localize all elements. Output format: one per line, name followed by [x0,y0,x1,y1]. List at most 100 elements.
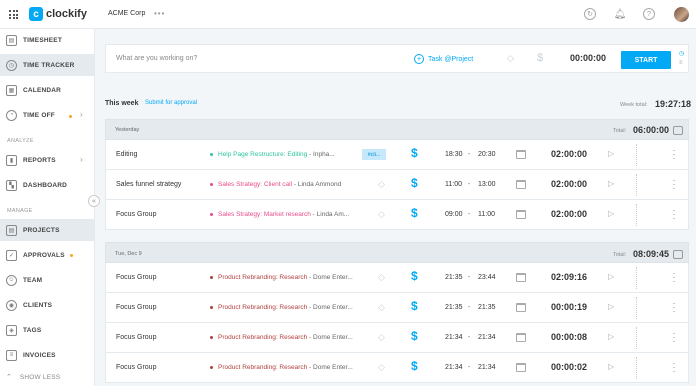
calendar-icon[interactable] [516,150,526,159]
sidebar-item-clients[interactable]: ◉ CLIENTS [0,294,94,316]
more-options-icon[interactable]: · · · [672,206,676,223]
time-entry-row[interactable]: Focus Group Sales Strategy: Market resea… [105,200,689,230]
sidebar-item-timesheet[interactable]: ▤ TIMESHEET [0,29,94,51]
time-entry-row[interactable]: Focus Group Product Rebranding: Research… [105,323,689,353]
apps-grid-icon[interactable] [9,10,18,19]
entry-project[interactable]: Help Page Restructure: Editing - Inpha..… [210,151,360,158]
entry-project[interactable]: Product Rebranding: Research - Dome Ente… [210,304,360,311]
play-icon[interactable]: ▷ [608,272,614,281]
calendar-icon[interactable] [516,180,526,189]
tag-icon[interactable]: ◇ [378,179,385,190]
entry-start-time[interactable]: 18:30 [445,151,463,158]
play-icon[interactable]: ▷ [608,362,614,371]
entry-project[interactable]: Product Rebranding: Research - Dome Ente… [210,274,360,281]
calendar-icon[interactable] [516,363,526,372]
billable-icon[interactable]: $ [411,146,418,160]
entry-end-time[interactable]: 21:34 [478,364,496,371]
entry-duration[interactable]: 00:00:08 [551,332,587,342]
sidebar-item-invoices[interactable]: ≡ INVOICES [0,344,94,366]
time-entry-row[interactable]: Editing Help Page Restructure: Editing -… [105,140,689,170]
entry-duration[interactable]: 02:09:16 [551,272,587,282]
entry-end-time[interactable]: 11:00 [478,211,495,218]
entry-start-time[interactable]: 09:00 [445,211,463,218]
entry-description[interactable]: Focus Group [116,304,156,311]
sidebar-item-calendar[interactable]: ▦ CALENDAR [0,79,94,101]
collapse-sidebar-button[interactable]: « [88,195,100,207]
tag-icon[interactable]: ◇ [378,272,385,283]
sidebar-item-dashboard[interactable]: ▚ DASHBOARD [0,174,94,196]
billable-icon[interactable]: $ [411,269,418,283]
time-entry-row[interactable]: Sales funnel strategy Sales Strategy: Cl… [105,170,689,200]
bulk-edit-icon[interactable] [673,250,683,259]
more-options-icon[interactable]: · · · [672,146,676,163]
tag-icon[interactable]: ◇ [378,209,385,220]
more-options-icon[interactable]: · · · [672,176,676,193]
entry-end-time[interactable]: 13:00 [478,181,496,188]
entry-end-time[interactable]: 21:34 [478,334,496,341]
entry-project[interactable]: Sales Strategy: Market research - Linda … [210,211,360,218]
calendar-icon[interactable] [516,273,526,282]
workspace-name[interactable]: ACME Corp [108,10,145,17]
billable-icon[interactable]: $ [537,52,543,64]
time-entry-row[interactable]: Focus Group Product Rebranding: Research… [105,293,689,323]
play-icon[interactable]: ▷ [608,179,614,188]
bulk-edit-icon[interactable] [673,126,683,135]
tag-icon[interactable]: ◇ [507,53,514,64]
calendar-icon[interactable] [516,333,526,342]
avatar[interactable] [674,7,689,22]
show-less-toggle[interactable]: ⌃ SHOW LESS [0,369,94,385]
entry-description[interactable]: Editing [116,151,137,158]
entry-description[interactable]: Focus Group [116,334,156,341]
timer-display[interactable]: 00:00:00 [570,53,606,63]
logo[interactable]: c clockify [29,7,87,21]
entry-description[interactable]: Focus Group [116,364,156,371]
entry-description[interactable]: Focus Group [116,274,156,281]
time-entry-row[interactable]: Focus Group Product Rebranding: Research… [105,353,689,383]
play-icon[interactable]: ▷ [608,149,614,158]
submit-for-approval-link[interactable]: Submit for approval [145,100,197,106]
entry-end-time[interactable]: 21:35 [478,304,496,311]
clock-mode-icon[interactable]: ◷ [679,50,687,59]
calendar-icon[interactable] [516,303,526,312]
entry-description[interactable]: Sales funnel strategy [116,181,181,188]
entry-project[interactable]: Product Rebranding: Research - Dome Ente… [210,334,360,341]
tag-icon[interactable]: ◇ [378,332,385,343]
more-options-icon[interactable]: · · · [672,299,676,316]
tag-icon[interactable]: ◇ [378,362,385,373]
tag-chip[interactable]: #cli... [362,149,386,160]
billable-icon[interactable]: $ [411,359,418,373]
calendar-icon[interactable] [516,210,526,219]
entry-duration[interactable]: 02:00:00 [551,179,587,189]
entry-duration[interactable]: 02:00:00 [551,149,587,159]
more-options-icon[interactable]: · · · [672,329,676,346]
sidebar-item-team[interactable]: ☺ TEAM [0,269,94,291]
list-mode-icon[interactable]: ≡ [679,59,687,68]
start-button[interactable]: START [621,51,671,69]
sidebar-item-tags[interactable]: ◈ TAGS [0,319,94,341]
sidebar-item-time-tracker[interactable]: ◷ TIME TRACKER [0,54,94,76]
entry-duration[interactable]: 00:00:02 [551,362,587,372]
entry-end-time[interactable]: 20:30 [478,151,496,158]
tag-icon[interactable]: ◇ [378,302,385,313]
play-icon[interactable]: ▷ [608,209,614,218]
entry-duration[interactable]: 00:00:19 [551,302,587,312]
billable-icon[interactable]: $ [411,206,418,220]
help-icon[interactable]: ? [643,8,655,20]
entry-start-time[interactable]: 21:35 [445,304,463,311]
entry-duration[interactable]: 02:00:00 [551,209,587,219]
more-options-icon[interactable]: · · · [672,359,676,376]
billable-icon[interactable]: $ [411,176,418,190]
description-input[interactable]: What are you working on? [116,55,197,62]
entry-end-time[interactable]: 23:44 [478,274,496,281]
entry-start-time[interactable]: 11:00 [445,181,462,188]
task-project-button[interactable]: + Task @Project [414,54,473,64]
entry-project[interactable]: Product Rebranding: Research - Dome Ente… [210,364,360,371]
refresh-icon[interactable]: ↻ [584,8,596,20]
timer-mode-icons[interactable]: ◷ ≡ [679,50,687,68]
play-icon[interactable]: ▷ [608,302,614,311]
sidebar-item-projects[interactable]: ▤ PROJECTS [0,219,94,241]
billable-icon[interactable]: $ [411,299,418,313]
time-entry-row[interactable]: Focus Group Product Rebranding: Research… [105,263,689,293]
bell-icon[interactable]: 🔔︎ [614,8,627,20]
entry-start-time[interactable]: 21:34 [445,364,463,371]
